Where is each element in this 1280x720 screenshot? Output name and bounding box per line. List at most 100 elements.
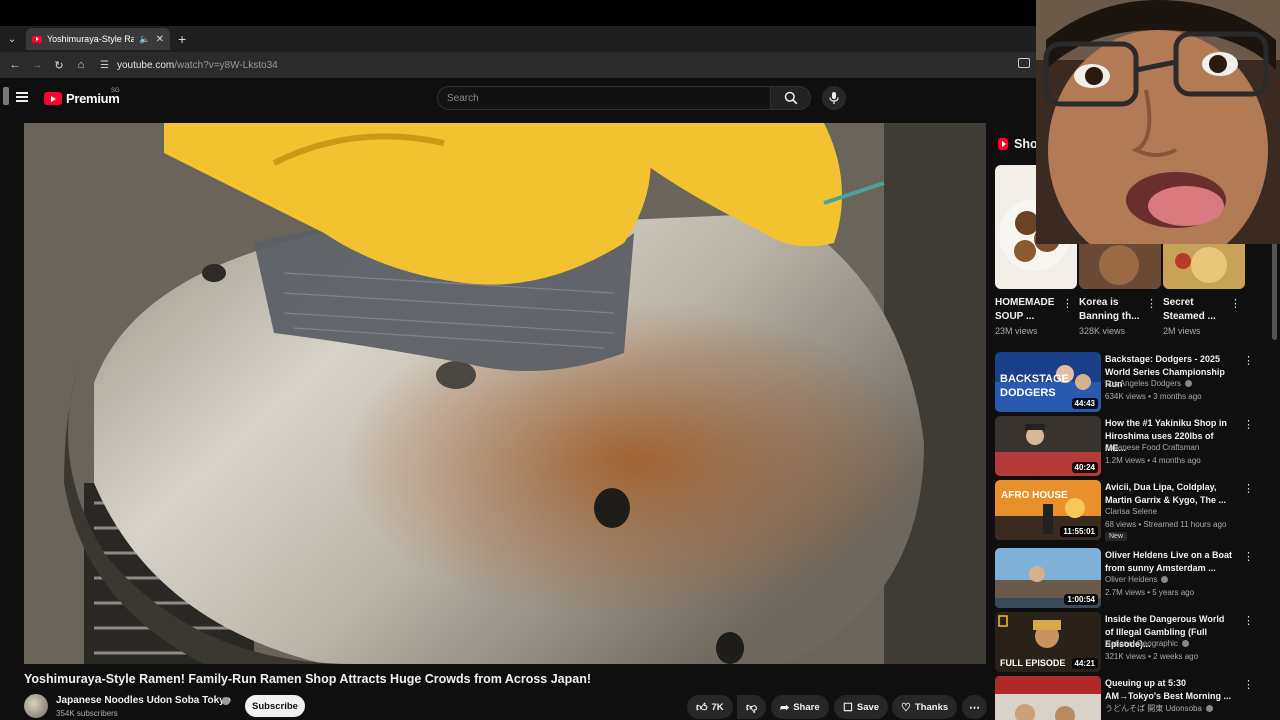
video-thumbnail: AFRO HOUSE 11:55:01 bbox=[995, 480, 1101, 540]
short-views: 2M views bbox=[1163, 326, 1201, 336]
video-meta: 2.7M views • 5 years ago bbox=[1105, 588, 1195, 597]
recommended-video[interactable]: FULL EPISODE 44:21 Inside the Dangerous … bbox=[995, 612, 1275, 674]
video-duration: 40:24 bbox=[1071, 462, 1098, 473]
video-thumbnail: BACKSTAGE DODGERS 44:43 bbox=[995, 352, 1101, 412]
youtube-header: Premium bbox=[0, 78, 1040, 118]
verified-icon bbox=[222, 697, 230, 705]
video-title: Yoshimuraya-Style Ramen! Family-Run Rame… bbox=[24, 672, 592, 686]
share-label: Share bbox=[793, 701, 820, 713]
share-button[interactable]: ➦ Share bbox=[771, 695, 829, 719]
more-icon[interactable]: ⋮ bbox=[1062, 297, 1073, 310]
video-owner-row: Japanese Noodles Udon Soba Tokyo 354K su… bbox=[24, 692, 987, 720]
search-box bbox=[437, 86, 771, 110]
search-input[interactable] bbox=[438, 87, 770, 109]
forward-icon[interactable]: → bbox=[28, 56, 46, 74]
logo-region: SG bbox=[111, 88, 120, 94]
channel-avatar[interactable] bbox=[24, 694, 48, 718]
more-icon[interactable]: ⋮ bbox=[1243, 550, 1254, 563]
search-button[interactable] bbox=[771, 86, 811, 110]
dislike-icon: 👎︎ bbox=[746, 701, 758, 714]
close-icon[interactable]: ✕ bbox=[156, 34, 164, 45]
more-actions-button[interactable]: ⋯ bbox=[962, 695, 987, 719]
video-title: Avicii, Dua Lipa, Coldplay, Martin Garri… bbox=[1105, 482, 1227, 505]
video-meta: 634K views • 3 months ago bbox=[1105, 392, 1202, 401]
channel-name: Oliver Heldens bbox=[1105, 575, 1158, 584]
video-duration: 1:00:54 bbox=[1064, 594, 1098, 605]
video-channel: National Geographic bbox=[1105, 639, 1189, 648]
tab-search-icon[interactable]: ⌄ bbox=[0, 26, 24, 52]
video-channel: Los Angeles Dodgers bbox=[1105, 379, 1193, 388]
like-button[interactable]: 👍︎ 7K bbox=[687, 695, 733, 719]
home-icon[interactable]: ⌂ bbox=[72, 56, 90, 74]
tab-title: Yoshimuraya-Style Ramen! bbox=[47, 34, 135, 44]
short-views: 328K views bbox=[1079, 326, 1126, 336]
verified-icon bbox=[1185, 380, 1193, 387]
reload-icon[interactable]: ↻ bbox=[50, 56, 68, 74]
scroll-handle[interactable] bbox=[3, 87, 9, 105]
save-icon: ☐ bbox=[843, 701, 853, 714]
video-duration: 11:55:01 bbox=[1060, 526, 1098, 537]
cast-icon[interactable] bbox=[1018, 58, 1030, 68]
verified-icon bbox=[1181, 640, 1189, 647]
more-icon[interactable]: ⋮ bbox=[1230, 297, 1241, 310]
verified-icon bbox=[1205, 705, 1213, 712]
video-thumbnail: 1:00:54 bbox=[995, 548, 1101, 608]
url-field[interactable]: youtube.com/watch?v=y8W-Lksto34 bbox=[117, 60, 278, 71]
youtube-logo[interactable]: Premium bbox=[44, 91, 120, 106]
video-channel: Clarisa Selene bbox=[1105, 507, 1157, 516]
shorts-icon bbox=[998, 138, 1008, 150]
search-icon bbox=[784, 91, 797, 105]
url-path: /watch?v=y8W-Lksto34 bbox=[174, 59, 278, 71]
recommended-video[interactable]: AFRO HOUSE 11:55:01 Avicii, Dua Lipa, Co… bbox=[995, 480, 1275, 542]
more-icon[interactable]: ⋮ bbox=[1243, 614, 1254, 627]
webcam-feed bbox=[1036, 0, 1280, 244]
voice-search-button[interactable] bbox=[822, 86, 846, 110]
video-channel: うどんそば 開東 Udonsoba bbox=[1105, 703, 1213, 714]
youtube-play-icon bbox=[44, 92, 62, 105]
thanks-icon: ♡ bbox=[901, 701, 911, 714]
video-title: Oliver Heldens Live on a Boat from sunny… bbox=[1105, 550, 1233, 573]
youtube-favicon-icon bbox=[32, 35, 42, 43]
svg-text:DODGERS: DODGERS bbox=[1000, 387, 1056, 399]
video-duration: 44:21 bbox=[1071, 658, 1098, 669]
channel-name: Los Angeles Dodgers bbox=[1105, 379, 1182, 388]
channel-name[interactable]: Japanese Noodles Udon Soba Tokyo bbox=[56, 695, 231, 706]
mic-icon bbox=[829, 92, 839, 104]
video-thumbnail: FULL EPISODE 44:21 bbox=[995, 612, 1101, 672]
thumbnail-caption: FULL EPISODE bbox=[1000, 658, 1065, 668]
more-icon[interactable]: ⋮ bbox=[1146, 297, 1157, 310]
speaker-icon[interactable]: 🔈 bbox=[139, 34, 150, 45]
more-icon[interactable]: ⋮ bbox=[1243, 418, 1254, 431]
video-player[interactable] bbox=[24, 123, 986, 664]
video-channel: Japanese Food Craftsman bbox=[1105, 443, 1199, 452]
dislike-button[interactable]: 👎︎ bbox=[737, 695, 767, 719]
browser-tab[interactable]: Yoshimuraya-Style Ramen! 🔈 ✕ bbox=[26, 28, 170, 50]
short-views: 23M views bbox=[995, 326, 1038, 336]
thanks-button[interactable]: ♡ Thanks bbox=[892, 695, 958, 719]
short-title: Secret Steamed ... bbox=[1163, 297, 1216, 322]
subscribe-button[interactable]: Subscribe bbox=[245, 695, 305, 717]
channel-name: Clarisa Selene bbox=[1105, 507, 1158, 516]
back-icon[interactable]: ← bbox=[6, 56, 24, 74]
svg-text:BACKSTAGE: BACKSTAGE bbox=[1000, 373, 1069, 385]
thumbnail-caption: AFRO HOUSE bbox=[1001, 490, 1068, 501]
new-tab-icon[interactable]: + bbox=[178, 31, 186, 47]
save-button[interactable]: ☐ Save bbox=[834, 695, 889, 719]
menu-icon[interactable] bbox=[16, 92, 28, 102]
site-settings-icon[interactable]: ☰ bbox=[100, 60, 109, 71]
recommended-video[interactable]: Queuing up at 5:30 AM→Tokyo's Best Morni… bbox=[995, 676, 1275, 720]
recommended-video[interactable]: 40:24 How the #1 Yakiniku Shop in Hirosh… bbox=[995, 416, 1275, 478]
video-thumbnail: 40:24 bbox=[995, 416, 1101, 476]
subscriber-count: 354K subscribers bbox=[56, 709, 118, 718]
video-channel: Oliver Heldens bbox=[1105, 575, 1169, 584]
recommended-video[interactable]: BACKSTAGE DODGERS 44:43 Backstage: Dodger… bbox=[995, 352, 1275, 414]
video-frame bbox=[24, 123, 986, 664]
recommended-video[interactable]: 1:00:54 Oliver Heldens Live on a Boat fr… bbox=[995, 548, 1275, 610]
verified-icon bbox=[1161, 576, 1169, 583]
channel-name: National Geographic bbox=[1105, 639, 1178, 648]
like-icon: 👍︎ bbox=[696, 701, 708, 714]
more-icon[interactable]: ⋮ bbox=[1243, 678, 1254, 691]
like-count: 7K bbox=[711, 701, 724, 713]
more-icon[interactable]: ⋮ bbox=[1243, 482, 1254, 495]
more-icon[interactable]: ⋮ bbox=[1243, 354, 1254, 367]
